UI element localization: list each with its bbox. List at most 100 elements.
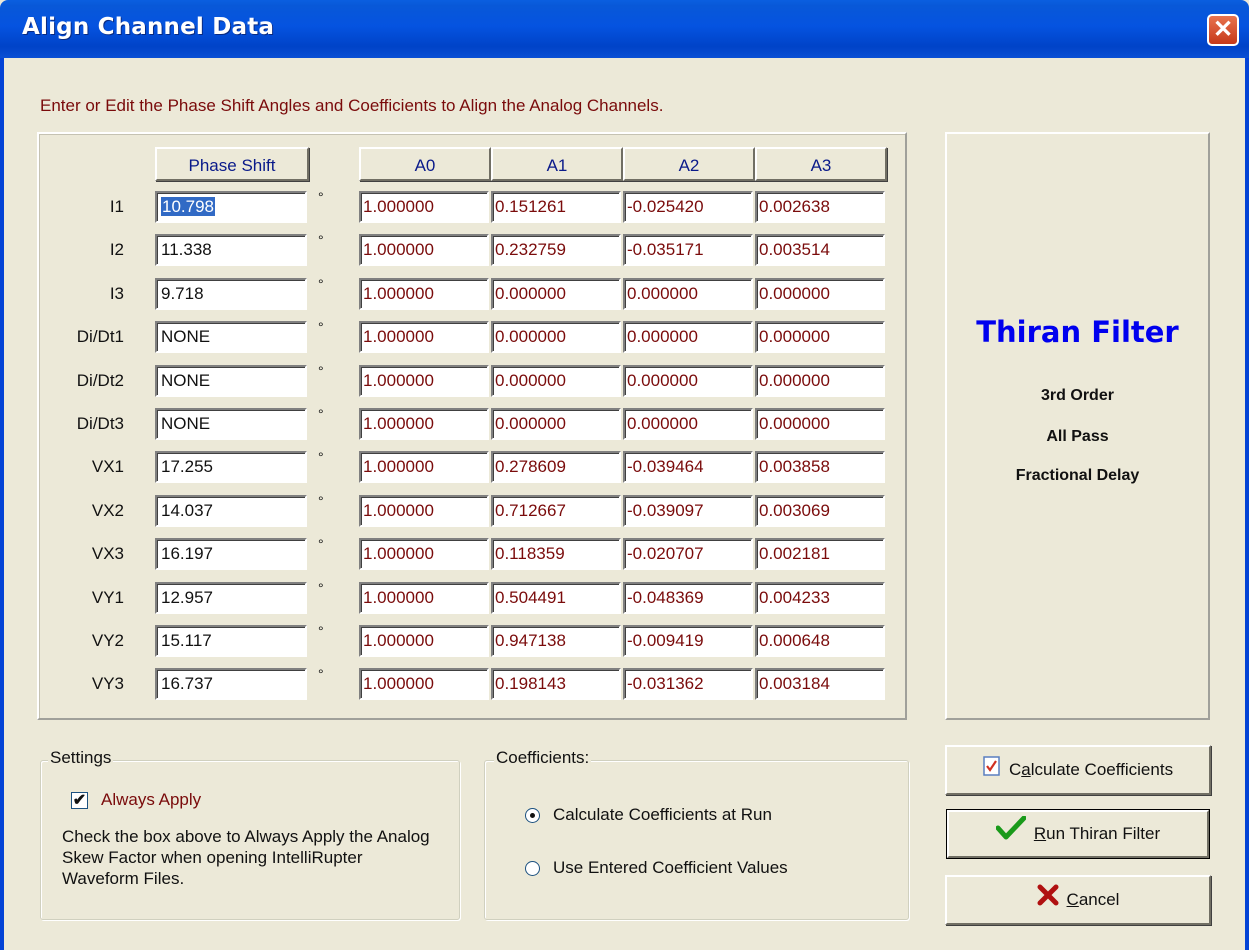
- window-frame-right: [1245, 58, 1249, 950]
- filter-type: All Pass: [1046, 428, 1109, 445]
- a3-header[interactable]: A3: [755, 147, 887, 181]
- always-apply-checkbox[interactable]: ✔: [71, 792, 88, 809]
- a3-coefficient-input[interactable]: 0.003184: [755, 668, 885, 700]
- a2-coefficient-input[interactable]: -0.025420: [623, 191, 753, 223]
- a2-coefficient-input[interactable]: 0.000000: [623, 278, 753, 310]
- a3-coefficient-input[interactable]: 0.004233: [755, 582, 885, 614]
- phase-shift-input[interactable]: 16.197: [155, 538, 307, 570]
- a2-coefficient-input[interactable]: -0.020707: [623, 538, 753, 570]
- a0-coefficient-input[interactable]: 1.000000: [359, 234, 489, 266]
- phase-shift-value: 14.037: [161, 501, 213, 520]
- phase-shift-input[interactable]: 15.117: [155, 625, 307, 657]
- a2-coefficient-input[interactable]: -0.039464: [623, 451, 753, 483]
- a2-coefficient-input[interactable]: 0.000000: [623, 408, 753, 440]
- phase-shift-input[interactable]: NONE: [155, 408, 307, 440]
- run-label-rest: un Thiran Filter: [1046, 824, 1161, 843]
- a2-coefficient-input[interactable]: -0.009419: [623, 625, 753, 657]
- use-entered-values-label[interactable]: Use Entered Coefficient Values: [553, 858, 788, 878]
- a1-coefficient-input[interactable]: 0.232759: [491, 234, 621, 266]
- a0-header[interactable]: A0: [359, 147, 491, 181]
- phase-shift-value: 17.255: [161, 457, 213, 476]
- a1-coefficient-input[interactable]: 0.118359: [491, 538, 621, 570]
- a1-coefficient-input[interactable]: 0.000000: [491, 321, 621, 353]
- phase-shift-value: NONE: [161, 414, 211, 433]
- a3-coefficient-input[interactable]: 0.002181: [755, 538, 885, 570]
- row-label: VY1: [91, 588, 124, 607]
- calculate-coefficients-button[interactable]: Calculate Coefficients: [945, 745, 1211, 795]
- a1-coefficient-input[interactable]: 0.504491: [491, 582, 621, 614]
- a3-coefficient-input[interactable]: 0.000000: [755, 408, 885, 440]
- phase-shift-input[interactable]: 14.037: [155, 495, 307, 527]
- a1-coefficient-input[interactable]: 0.000000: [491, 365, 621, 397]
- a1-header[interactable]: A1: [491, 147, 623, 181]
- phase-shift-input[interactable]: 11.338: [155, 234, 307, 266]
- phase-shift-value: NONE: [161, 371, 211, 390]
- degree-symbol: °: [318, 623, 324, 639]
- run-thiran-filter-button[interactable]: Run Thiran Filter: [946, 809, 1210, 859]
- a1-coefficient-input[interactable]: 0.712667: [491, 495, 621, 527]
- use-entered-values-radio[interactable]: [525, 861, 540, 876]
- close-icon[interactable]: ✕: [1207, 14, 1239, 46]
- a3-coefficient-input[interactable]: 0.003858: [755, 451, 885, 483]
- a0-coefficient-input[interactable]: 1.000000: [359, 582, 489, 614]
- a0-coefficient-input[interactable]: 1.000000: [359, 191, 489, 223]
- run-label-mnemonic: R: [1033, 824, 1047, 843]
- a3-coefficient-input[interactable]: 0.003069: [755, 495, 885, 527]
- a1-coefficient-input[interactable]: 0.198143: [491, 668, 621, 700]
- a2-coefficient-input[interactable]: -0.035171: [623, 234, 753, 266]
- coefficients-group: [484, 760, 909, 920]
- phase-shift-header[interactable]: Phase Shift: [155, 147, 309, 181]
- a1-coefficient-input[interactable]: 0.000000: [491, 278, 621, 310]
- a3-coefficient-input[interactable]: 0.000000: [755, 278, 885, 310]
- a3-coefficient-input[interactable]: 0.000000: [755, 321, 885, 353]
- a0-coefficient-input[interactable]: 1.000000: [359, 278, 489, 310]
- phase-shift-value: 10.798: [161, 197, 215, 216]
- a0-coefficient-input[interactable]: 1.000000: [359, 668, 489, 700]
- a1-coefficient-input[interactable]: 0.000000: [491, 408, 621, 440]
- a1-coefficient-input[interactable]: 0.278609: [491, 451, 621, 483]
- cancel-button[interactable]: Cancel: [945, 875, 1211, 925]
- a3-coefficient-input[interactable]: 0.000648: [755, 625, 885, 657]
- a2-coefficient-input[interactable]: -0.031362: [623, 668, 753, 700]
- calculate-at-run-label[interactable]: Calculate Coefficients at Run: [553, 805, 772, 825]
- a1-coefficient-input[interactable]: 0.151261: [491, 191, 621, 223]
- a1-coefficient-input[interactable]: 0.947138: [491, 625, 621, 657]
- phase-shift-input[interactable]: 16.737: [155, 668, 307, 700]
- phase-shift-input[interactable]: NONE: [155, 321, 307, 353]
- title-bar[interactable]: Align Channel Data ✕: [0, 0, 1249, 58]
- a0-coefficient-input[interactable]: 1.000000: [359, 408, 489, 440]
- document-check-icon: [983, 748, 1001, 794]
- a0-coefficient-input[interactable]: 1.000000: [359, 495, 489, 527]
- a2-header[interactable]: A2: [623, 147, 755, 181]
- phase-shift-input[interactable]: 12.957: [155, 582, 307, 614]
- phase-shift-input[interactable]: 10.798: [155, 191, 307, 223]
- a0-coefficient-input[interactable]: 1.000000: [359, 538, 489, 570]
- row-label: VY3: [91, 674, 124, 693]
- phase-shift-input[interactable]: 9.718: [155, 278, 307, 310]
- a2-coefficient-input[interactable]: -0.048369: [623, 582, 753, 614]
- row-label: Di/Dt2: [76, 371, 124, 390]
- row-label: I1: [109, 197, 124, 216]
- calculate-label-mnemonic: a: [1021, 760, 1031, 779]
- a2-coefficient-input[interactable]: 0.000000: [623, 365, 753, 397]
- calculate-at-run-radio[interactable]: [525, 808, 540, 823]
- a2-coefficient-input[interactable]: -0.039097: [623, 495, 753, 527]
- phase-shift-value: 11.338: [161, 240, 212, 259]
- a2-coefficient-input[interactable]: 0.000000: [623, 321, 753, 353]
- row-label: Di/Dt3: [76, 414, 124, 433]
- a3-coefficient-input[interactable]: 0.003514: [755, 234, 885, 266]
- phase-shift-input[interactable]: 17.255: [155, 451, 307, 483]
- degree-symbol: °: [318, 363, 324, 379]
- cancel-label-mnemonic: C: [1066, 890, 1079, 909]
- a0-coefficient-input[interactable]: 1.000000: [359, 321, 489, 353]
- a3-coefficient-input[interactable]: 0.002638: [755, 191, 885, 223]
- a3-coefficient-input[interactable]: 0.000000: [755, 365, 885, 397]
- a0-coefficient-input[interactable]: 1.000000: [359, 365, 489, 397]
- a0-coefficient-input[interactable]: 1.000000: [359, 451, 489, 483]
- a0-coefficient-input[interactable]: 1.000000: [359, 625, 489, 657]
- always-apply-label[interactable]: Always Apply: [101, 790, 201, 810]
- row-label: VX2: [91, 501, 124, 520]
- window-frame-left: [0, 58, 4, 950]
- x-cancel-icon: [1037, 878, 1059, 924]
- phase-shift-input[interactable]: NONE: [155, 365, 307, 397]
